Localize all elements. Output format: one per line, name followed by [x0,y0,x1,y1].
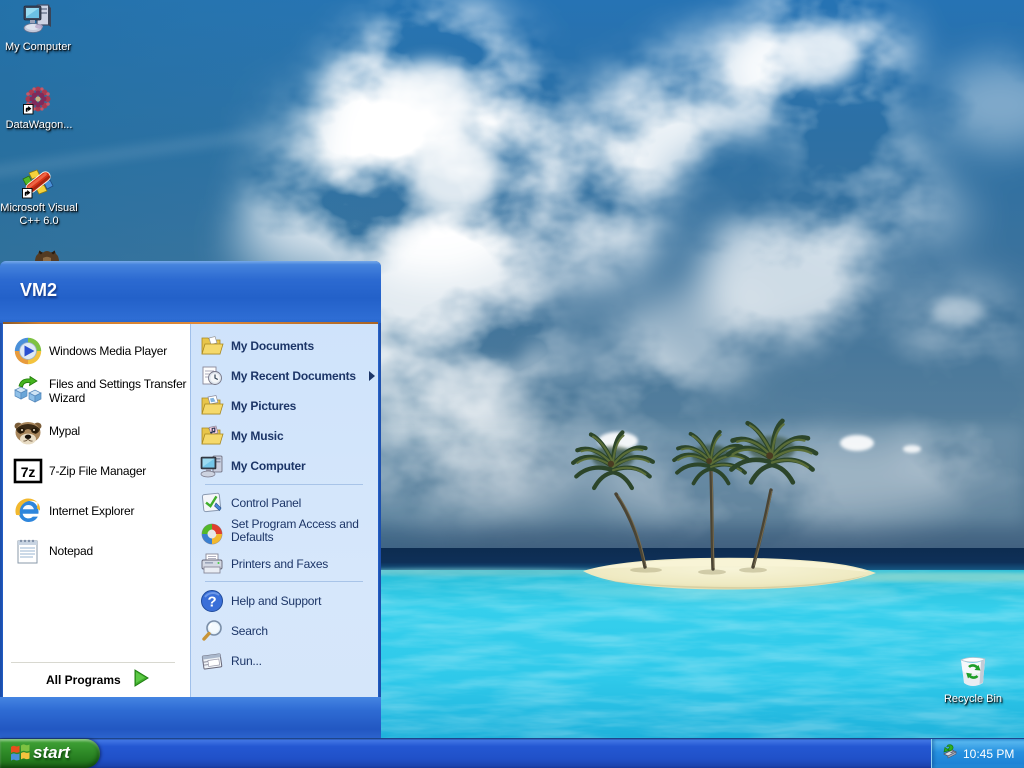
svg-text:?: ? [208,594,217,611]
svg-text:7z: 7z [21,464,36,480]
